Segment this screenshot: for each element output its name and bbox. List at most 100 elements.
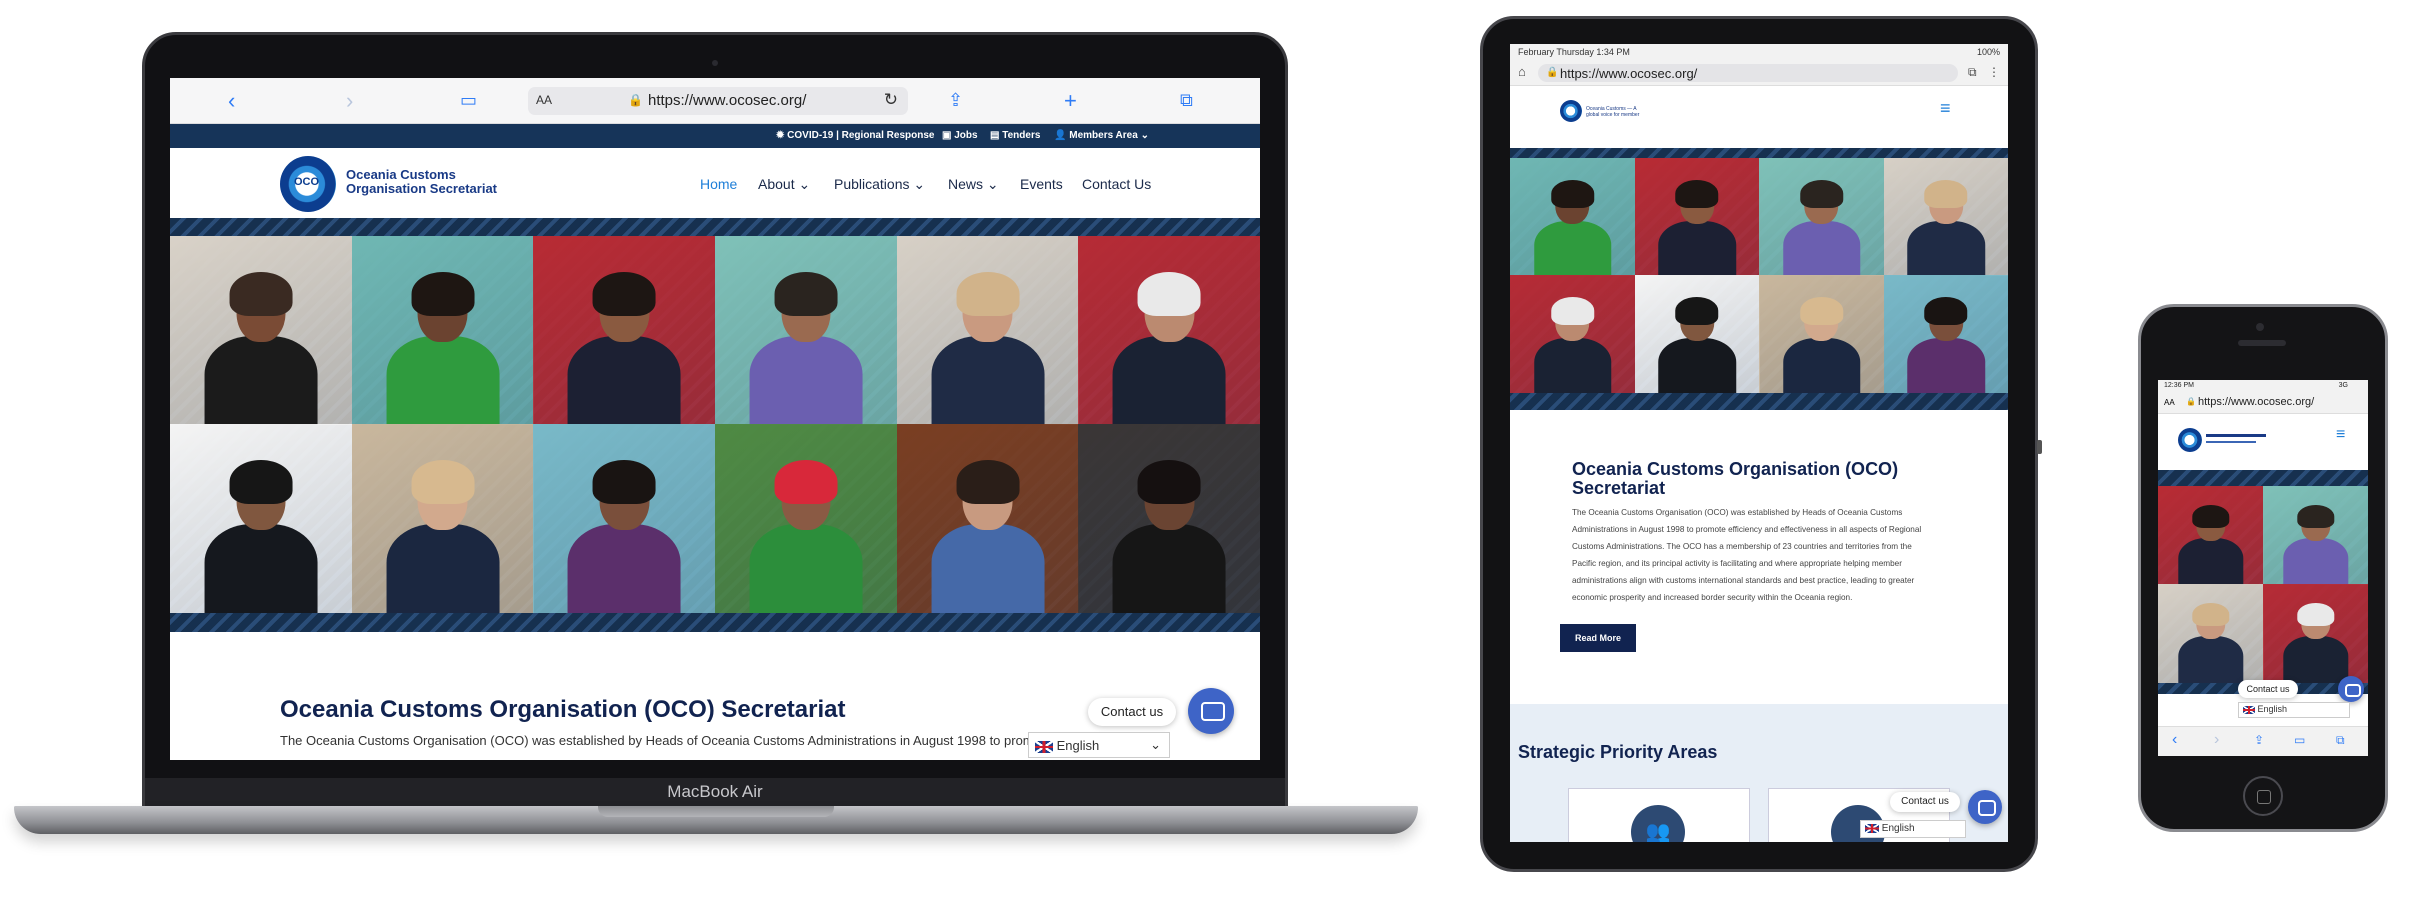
portrait-photo (533, 236, 716, 425)
oco-logo-icon[interactable] (1560, 100, 1582, 122)
priority-card[interactable]: 👥 (1568, 788, 1750, 842)
logo-text-line (2206, 434, 2266, 437)
bookmarks-icon[interactable]: ▭ (460, 90, 477, 111)
chevron-down-icon: ⌄ (1150, 737, 1161, 752)
tablet-hero-banner (1510, 148, 2008, 410)
language-select[interactable]: English (1860, 820, 1966, 838)
portrait-photo (2158, 486, 2264, 585)
lock-icon: 🔒 (1546, 67, 1559, 78)
tablet-browser-bar: ⌂ 🔒 https://www.ocosec.org/ ⧉ ⋮ (1510, 60, 2008, 86)
back-icon[interactable]: ‹ (228, 88, 235, 114)
portrait-photo (2263, 584, 2368, 683)
text-size-button[interactable]: AA (536, 93, 552, 107)
portrait-photo (1078, 236, 1260, 425)
nav-news[interactable]: News ⌄ (948, 176, 999, 193)
portrait-photo (2263, 486, 2368, 585)
portrait-photo (1634, 275, 1760, 393)
more-icon[interactable]: ⋮ (1988, 65, 2000, 79)
portrait-photo (351, 424, 534, 613)
phone-home-button[interactable] (2243, 776, 2283, 816)
nav-publications[interactable]: Publications ⌄ (834, 176, 925, 193)
tabs-icon[interactable]: ⧉ (1180, 90, 1193, 111)
phone-camera (2256, 323, 2264, 331)
home-icon[interactable]: ⌂ (1518, 64, 1526, 79)
utility-bar: ✹ COVID-19 | Regional Response ▣ Jobs ▤ … (170, 124, 1260, 148)
phone-speaker (2238, 340, 2286, 346)
members-area-link[interactable]: 👤 Members Area ⌄ (1054, 130, 1149, 141)
forward-icon[interactable]: › (2214, 731, 2219, 749)
chat-icon[interactable] (1188, 688, 1234, 734)
portrait-photo (715, 236, 898, 425)
phone-screen: 12:36 PM 3G AA 🔒 https://www.ocosec.org/… (2158, 380, 2368, 756)
phone-site-header: ≡ (2158, 414, 2368, 464)
lock-icon: 🔒 (628, 93, 643, 107)
portrait-photo (170, 236, 353, 425)
share-icon[interactable]: ⇪ (948, 90, 963, 111)
tablet-site-header: Oceania Customs — A global voice for mem… (1510, 86, 2008, 134)
portrait-photo (715, 424, 898, 613)
tablet-screen: February Thursday 1:34 PM 100% ⌂ 🔒 https… (1510, 44, 2008, 842)
address-bar[interactable]: AA 🔒 https://www.ocosec.org/ ↻ (528, 87, 908, 115)
chevron-down-icon: ⌄ (986, 176, 999, 192)
portrait-photo (1759, 275, 1884, 393)
contact-us-label[interactable]: Contact us (1890, 792, 1960, 812)
portrait-photo (170, 424, 353, 613)
browser-toolbar: ‹ › ▭ AA 🔒 https://www.ocosec.org/ ↻ ⇪ +… (170, 78, 1260, 124)
site-header: OCO Oceania Customs Organisation Secreta… (170, 148, 1260, 218)
contact-us-label[interactable]: Contact us (1088, 698, 1176, 726)
logo-text: Oceania Customs Organisation Secretariat (346, 167, 497, 197)
chevron-down-icon: ⌄ (798, 176, 811, 192)
hamburger-menu-icon[interactable]: ≡ (1940, 98, 1951, 119)
language-select[interactable]: English (2238, 702, 2350, 718)
intro-text-line: Administrations in August 1998 to promot… (1572, 525, 1922, 534)
section-title: Oceania Customs Organisation (OCO) Secre… (280, 696, 846, 723)
read-more-button[interactable]: Read More (1560, 624, 1636, 652)
reload-icon[interactable]: ↻ (884, 90, 898, 110)
portrait-photo (1759, 158, 1884, 276)
tablet-side-button (2037, 440, 2042, 454)
strategic-title: Strategic Priority Areas (1518, 742, 1718, 762)
nav-about[interactable]: About ⌄ (758, 176, 810, 193)
tabs-icon[interactable]: ⧉ (2336, 733, 2345, 748)
people-icon: 👥 (1631, 805, 1685, 842)
chat-icon[interactable] (1968, 790, 2002, 824)
covid-link[interactable]: ✹ COVID-19 | Regional Response (776, 130, 934, 141)
portrait-photo (1883, 158, 2008, 276)
tablet-status-bar: February Thursday 1:34 PM 100% (1510, 44, 2008, 60)
chat-icon[interactable] (2338, 676, 2364, 702)
tenders-link[interactable]: ▤ Tenders (990, 130, 1040, 141)
uk-flag-icon (1035, 740, 1053, 753)
nav-contact-us[interactable]: Contact Us (1082, 176, 1151, 192)
portrait-collage (2158, 486, 2368, 683)
forward-icon[interactable]: › (346, 88, 353, 114)
tablet-address-bar[interactable]: 🔒 https://www.ocosec.org/ (1538, 64, 1958, 82)
nav-events[interactable]: Events (1020, 176, 1063, 192)
laptop-notch (598, 806, 834, 817)
oco-logo-icon[interactable] (2178, 428, 2202, 452)
intro-text-line: administrations align with customs inter… (1572, 576, 1915, 585)
intro-text-line: The Oceania Customs Organisation (OCO) w… (1572, 508, 1903, 517)
tablet-intro-text: The Oceania Customs Organisation (OCO) w… (1572, 504, 1962, 606)
jobs-link[interactable]: ▣ Jobs (942, 130, 978, 141)
laptop-screen: ‹ › ▭ AA 🔒 https://www.ocosec.org/ ↻ ⇪ +… (170, 78, 1260, 760)
intro-text-line: Pacific region, and its principal activi… (1572, 559, 1902, 568)
tabs-icon[interactable]: ⧉ (1968, 65, 1977, 80)
hamburger-menu-icon[interactable]: ≡ (2336, 426, 2345, 444)
lock-icon: 🔒 (2186, 397, 2196, 406)
logo-text-line (2206, 441, 2256, 443)
language-select[interactable]: English ⌄ (1028, 732, 1170, 758)
new-tab-icon[interactable]: + (1064, 88, 1077, 114)
intro-text-line: economic prosperity and increased border… (1572, 593, 1853, 602)
portrait-collage (170, 236, 1260, 613)
nav-home[interactable]: Home (700, 176, 737, 192)
intro-text: The Oceania Customs Organisation (OCO) w… (280, 733, 1040, 748)
uk-flag-icon (2243, 705, 2255, 714)
contact-us-label[interactable]: Contact us (2238, 680, 2298, 698)
back-icon[interactable]: ‹ (2172, 731, 2177, 749)
portrait-photo (1510, 158, 1635, 276)
share-icon[interactable]: ⇪ (2254, 733, 2264, 747)
url-text: https://www.ocosec.org/ (648, 92, 807, 109)
portrait-photo (896, 236, 1079, 425)
logo-mark: OCO (294, 176, 320, 188)
bookmarks-icon[interactable]: ▭ (2294, 733, 2305, 747)
